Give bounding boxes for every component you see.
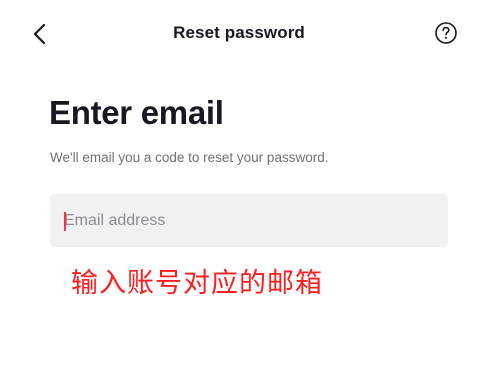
question-circle-icon [435, 22, 457, 44]
top-navigation-bar: Reset password [0, 0, 478, 64]
enter-email-heading: Enter email [49, 94, 224, 131]
help-button[interactable] [432, 19, 460, 47]
email-input[interactable] [50, 194, 448, 247]
email-field-container[interactable] [50, 194, 448, 247]
instruction-text: We'll email you a code to reset your pas… [50, 150, 329, 165]
page-title: Reset password [173, 23, 305, 42]
text-caret [64, 212, 66, 231]
annotation-text: 输入账号对应的邮箱 [71, 268, 323, 299]
reset-password-screen: Reset password Enter email We'll email y… [0, 0, 478, 376]
